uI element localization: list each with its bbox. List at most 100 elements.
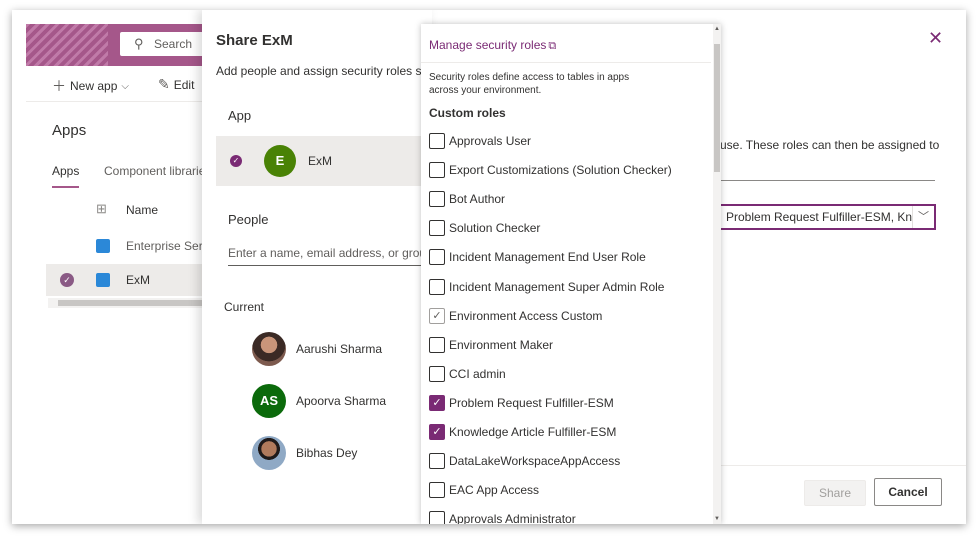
manage-link-label: Manage security roles <box>429 38 547 52</box>
page-title: Apps <box>52 122 87 139</box>
people-section-label: People <box>228 212 269 227</box>
role-label: Incident Management Super Admin Role <box>449 279 665 294</box>
checkbox-icon[interactable] <box>429 249 445 266</box>
panel-title: Share ExM <box>216 32 293 49</box>
dropdown-value: Problem Request Fulfiller-ESM, Know <box>726 210 928 224</box>
row-name: Enterprise Servi <box>126 239 212 253</box>
person-name: Bibhas Dey <box>296 446 358 460</box>
roles-help-text: Security roles define access to tables i… <box>429 72 630 96</box>
column-name[interactable]: Name <box>126 203 158 217</box>
role-option[interactable]: Approvals User <box>429 132 699 152</box>
pencil-icon: ✎ <box>158 76 170 92</box>
role-option[interactable]: ✓ Knowledge Article Fulfiller-ESM <box>429 423 699 443</box>
role-option[interactable]: Export Customizations (Solution Checker) <box>429 161 699 181</box>
checkbox-icon[interactable] <box>429 133 445 149</box>
person-item[interactable]: Bibhas Dey <box>252 436 422 472</box>
selected-app[interactable]: ✓ E ExM <box>216 136 422 186</box>
role-option[interactable]: ✓ Environment Access Custom <box>429 307 699 327</box>
scroll-down-icon[interactable]: ▼ <box>713 516 721 522</box>
custom-roles-heading: Custom roles <box>429 106 506 120</box>
external-link-icon: ⧉ <box>548 40 557 52</box>
people-search-input[interactable]: Enter a name, email address, or group <box>228 242 422 266</box>
edit-label: Edit <box>173 77 195 92</box>
security-roles-dropdown[interactable]: Problem Request Fulfiller-ESM, Know ﹀ <box>718 204 936 230</box>
checkbox-icon[interactable] <box>429 365 445 382</box>
checkbox-icon[interactable] <box>429 511 445 524</box>
role-option[interactable]: Incident Management Super Admin Role <box>429 278 699 298</box>
checkbox-icon[interactable] <box>429 220 445 237</box>
role-label: Bot Author <box>449 192 506 207</box>
new-app-button[interactable]: ＋ New app ⌵ <box>52 76 129 96</box>
checkbox-icon[interactable] <box>429 336 445 353</box>
share-panel: Share ExM Add people and assign security… <box>202 10 441 524</box>
horizontal-scrollbar[interactable] <box>48 298 226 308</box>
file-type-icon: ⊞ <box>96 201 107 216</box>
role-option[interactable]: Approvals Administrator <box>429 510 699 524</box>
role-option[interactable]: Bot Author <box>429 190 699 210</box>
role-option[interactable]: CCI admin <box>429 365 699 385</box>
role-option[interactable]: ✓ Problem Request Fulfiller-ESM <box>429 394 699 414</box>
cancel-button[interactable]: Cancel <box>874 478 942 506</box>
role-label: Approvals User <box>449 134 532 148</box>
role-label: Environment Access Custom <box>449 308 603 323</box>
role-option[interactable]: Incident Management End User Role <box>429 248 699 268</box>
roles-description: use. These roles can then be assigned to <box>720 138 940 152</box>
edit-button[interactable]: ✎ Edit <box>158 76 194 93</box>
tab-apps[interactable]: Apps <box>52 164 80 188</box>
plus-icon: ＋ <box>52 78 66 94</box>
share-button[interactable]: Share <box>804 480 866 506</box>
role-label: Problem Request Fulfiller-ESM <box>449 395 614 410</box>
app-window: ⚲ Search ＋ New app ⌵ ✎ Edit Apps Apps Co… <box>12 10 966 524</box>
check-icon: ✓ <box>230 155 242 167</box>
checkbox-icon[interactable] <box>429 453 445 470</box>
check-icon: ✓ <box>60 273 74 287</box>
checkbox-checked-icon[interactable]: ✓ <box>429 307 445 324</box>
person-item[interactable]: AS Apoorva Sharma <box>252 384 422 420</box>
table-row[interactable]: ✓ ExM <box>46 264 226 296</box>
scrollbar-thumb[interactable] <box>714 44 720 172</box>
manage-security-roles-link[interactable]: Manage security roles ⧉ <box>429 38 556 53</box>
checkbox-icon[interactable] <box>429 278 445 295</box>
checkbox-icon[interactable] <box>429 162 445 179</box>
row-name: ExM <box>126 273 150 287</box>
avatar <box>252 436 286 470</box>
security-roles-list: Manage security roles ⧉ Security roles de… <box>421 24 721 524</box>
role-label: EAC App Access <box>449 483 540 498</box>
divider <box>720 180 935 181</box>
search-placeholder: Search <box>154 37 193 51</box>
role-option[interactable]: EAC App Access <box>429 481 699 501</box>
header-pattern <box>26 24 108 66</box>
checkbox-icon[interactable] <box>429 482 445 499</box>
role-label: CCI admin <box>449 366 506 381</box>
search-icon: ⚲ <box>134 36 144 51</box>
app-name: ExM <box>308 154 332 168</box>
person-item[interactable]: Aarushi Sharma <box>252 332 422 368</box>
role-label: DataLakeWorkspaceAppAccess <box>449 454 621 469</box>
panel-subtitle: Add people and assign security roles so … <box>216 64 442 78</box>
tab-component-libraries[interactable]: Component libraries <box>104 164 211 178</box>
person-name: Aarushi Sharma <box>296 342 383 356</box>
scroll-up-icon[interactable]: ▲ <box>713 26 721 32</box>
checkbox-checked-icon[interactable]: ✓ <box>429 424 445 440</box>
app-icon <box>96 273 110 287</box>
vertical-scrollbar[interactable]: ▲ ▼ <box>713 24 721 524</box>
checkbox-icon[interactable] <box>429 191 445 208</box>
role-label: Incident Management End User Role <box>449 250 646 265</box>
role-label: Knowledge Article Fulfiller-ESM <box>449 425 617 439</box>
close-icon[interactable]: ✕ <box>928 28 943 49</box>
app-avatar: E <box>264 145 296 177</box>
role-option[interactable]: DataLakeWorkspaceAppAccess <box>429 452 699 472</box>
divider <box>421 62 711 63</box>
new-app-label: New app <box>70 79 118 93</box>
role-label: Approvals Administrator <box>449 512 576 524</box>
role-option[interactable]: Solution Checker <box>429 219 699 239</box>
checkbox-checked-icon[interactable]: ✓ <box>429 394 445 411</box>
role-label: Environment Maker <box>449 337 554 352</box>
table-row[interactable]: Enterprise Servi <box>46 230 226 262</box>
scrollbar-thumb[interactable] <box>58 300 218 306</box>
avatar: AS <box>252 384 286 418</box>
role-option[interactable]: Environment Maker <box>429 336 699 356</box>
command-bar: ＋ New app ⌵ ✎ Edit <box>26 66 222 102</box>
app-icon <box>96 239 110 253</box>
role-label: Solution Checker <box>449 221 541 236</box>
